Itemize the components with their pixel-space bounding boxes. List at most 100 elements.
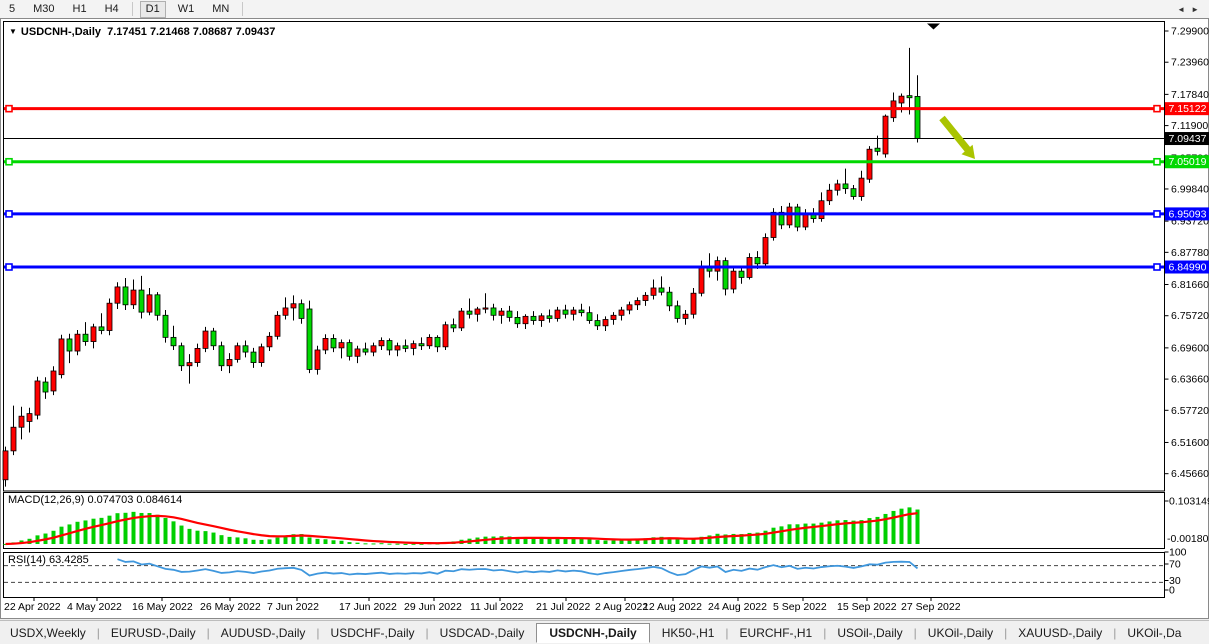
candle-down: [531, 316, 536, 320]
timeframe-button-h4[interactable]: H4: [99, 1, 125, 18]
time-tick-label: 17 Jun 2022: [339, 601, 397, 613]
time-tick-label: 22 Apr 2022: [4, 601, 61, 613]
candle-down: [347, 343, 352, 357]
rsi-axis[interactable]: 10070300: [1165, 547, 1187, 597]
macd-bar: [324, 539, 328, 544]
hline-support-blue-1[interactable]: [4, 211, 1164, 217]
candle-up: [395, 346, 400, 350]
candle-down: [99, 327, 104, 331]
hline-handle[interactable]: [1154, 106, 1160, 112]
candle-down: [155, 295, 160, 315]
main-price-panel: [4, 22, 1165, 492]
candle-down: [675, 306, 680, 319]
candle-up: [3, 451, 8, 480]
tab-scroll-left-icon[interactable]: ◄: [1177, 5, 1191, 14]
timeframe-toolbar: 5 M30 H1 H4 D1 W1 MN: [0, 0, 1209, 19]
tab-separator: |: [725, 626, 728, 640]
tab-usdchf-daily[interactable]: USDCHF-,Daily: [321, 624, 425, 642]
macd-bar: [188, 529, 192, 544]
rsi-axis-label: 0: [1169, 585, 1175, 597]
candle-up: [35, 381, 40, 415]
price-tick-label: 6.99840: [1171, 183, 1209, 195]
macd-bar: [396, 544, 400, 545]
timeframe-button-w1[interactable]: W1: [172, 1, 201, 18]
tab-scroll-arrows[interactable]: ◄►: [1177, 5, 1205, 14]
hline-handle[interactable]: [1154, 211, 1160, 217]
macd-bar: [116, 513, 120, 544]
hline-handle[interactable]: [6, 211, 12, 217]
time-tick-label: 12 Aug 2022: [643, 601, 702, 613]
tab-separator: |: [316, 626, 319, 640]
down-arrow-shaft[interactable]: [942, 118, 968, 150]
tab-scroll-right-icon[interactable]: ►: [1191, 5, 1205, 14]
chart-title: ▼USDCNH-,Daily 7.17451 7.21468 7.08687 7…: [9, 26, 275, 38]
symbol-dropdown-icon[interactable]: ▼: [9, 27, 17, 36]
macd-bar: [900, 509, 904, 544]
price-tick-label: 6.51600: [1171, 437, 1209, 449]
macd-bar: [276, 538, 280, 544]
tab-eurchf-h1[interactable]: EURCHF-,H1: [730, 624, 823, 642]
timeframe-button-h1[interactable]: H1: [67, 1, 93, 18]
rsi-panel: [4, 553, 1165, 598]
macd-bar: [372, 543, 376, 544]
macd-bar: [796, 524, 800, 544]
time-axis[interactable]: 22 Apr 20224 May 202216 May 202226 May 2…: [4, 598, 961, 614]
macd-bar: [612, 541, 616, 544]
toolbar-separator: [132, 2, 133, 16]
candle-down: [171, 337, 176, 345]
macd-bar: [892, 511, 896, 544]
hline-handle[interactable]: [6, 159, 12, 165]
candle-up: [635, 301, 640, 305]
macd-axis[interactable]: 0.103149-0.001805: [1165, 496, 1209, 546]
tab-audusd-daily[interactable]: AUDUSD-,Daily: [211, 624, 316, 642]
macd-bar: [212, 533, 216, 544]
timeframe-button-m30[interactable]: M30: [27, 1, 60, 18]
hline-resistance-red[interactable]: [4, 106, 1164, 112]
tab-usoil-daily[interactable]: USOil-,Daily: [827, 624, 912, 642]
rsi-indicator-label: RSI(14) 63.4285: [8, 554, 89, 566]
hline-support-blue-2[interactable]: [4, 264, 1164, 270]
macd-bar: [172, 521, 176, 544]
candle-down: [387, 341, 392, 350]
candle-up: [899, 96, 904, 103]
candle-up: [867, 149, 872, 179]
tab-usdcnh-daily[interactable]: USDCNH-,Daily: [536, 623, 649, 643]
tab-usdcad-daily[interactable]: USDCAD-,Daily: [430, 624, 535, 642]
candle-up: [499, 311, 504, 315]
candle-down: [43, 382, 48, 392]
candle-down: [915, 96, 920, 138]
timeframe-button-mn[interactable]: MN: [206, 1, 235, 18]
candle-up: [187, 363, 192, 366]
timeframe-button-d1[interactable]: D1: [140, 1, 166, 18]
down-triangle-marker[interactable]: [927, 24, 940, 30]
candle-down: [251, 352, 256, 363]
macd-bar: [348, 542, 352, 544]
macd-bar: [228, 537, 232, 544]
timeframe-button-5[interactable]: 5: [3, 1, 21, 18]
hline-handle[interactable]: [6, 264, 12, 270]
macd-indicator-label: MACD(12,26,9) 0.074703 0.084614: [8, 494, 182, 506]
candle-up: [691, 293, 696, 314]
tab-ukoil-daily[interactable]: UKOil-,Daily: [918, 624, 1003, 642]
tab-xauusd-daily[interactable]: XAUUSD-,Daily: [1008, 624, 1112, 642]
hline-handle[interactable]: [1154, 159, 1160, 165]
tab-separator: |: [426, 626, 429, 640]
tab-usdx-weekly[interactable]: USDX,Weekly: [0, 624, 96, 642]
chart-canvas[interactable]: 7.299007.239607.178407.119007.057806.998…: [1, 19, 1209, 620]
price-axis[interactable]: 7.299007.239607.178407.119007.057806.998…: [1165, 26, 1209, 481]
candle-down: [467, 311, 472, 314]
hline-handle[interactable]: [1154, 264, 1160, 270]
macd-bar: [180, 526, 184, 544]
candle-up: [291, 304, 296, 308]
macd-bar: [772, 528, 776, 544]
candle-up: [371, 346, 376, 352]
price-badge-label: 6.84990: [1169, 262, 1207, 274]
candle-down: [363, 349, 368, 352]
tab-eurusd-daily[interactable]: EURUSD-,Daily: [101, 624, 206, 642]
candle-up: [195, 348, 200, 362]
tab-hk50-h1[interactable]: HK50-,H1: [652, 624, 725, 642]
price-tick-label: 6.69600: [1171, 342, 1209, 354]
hline-support-green[interactable]: [4, 159, 1164, 165]
tab-ukoil-da[interactable]: UKOil-,Da: [1117, 624, 1191, 642]
hline-handle[interactable]: [6, 106, 12, 112]
